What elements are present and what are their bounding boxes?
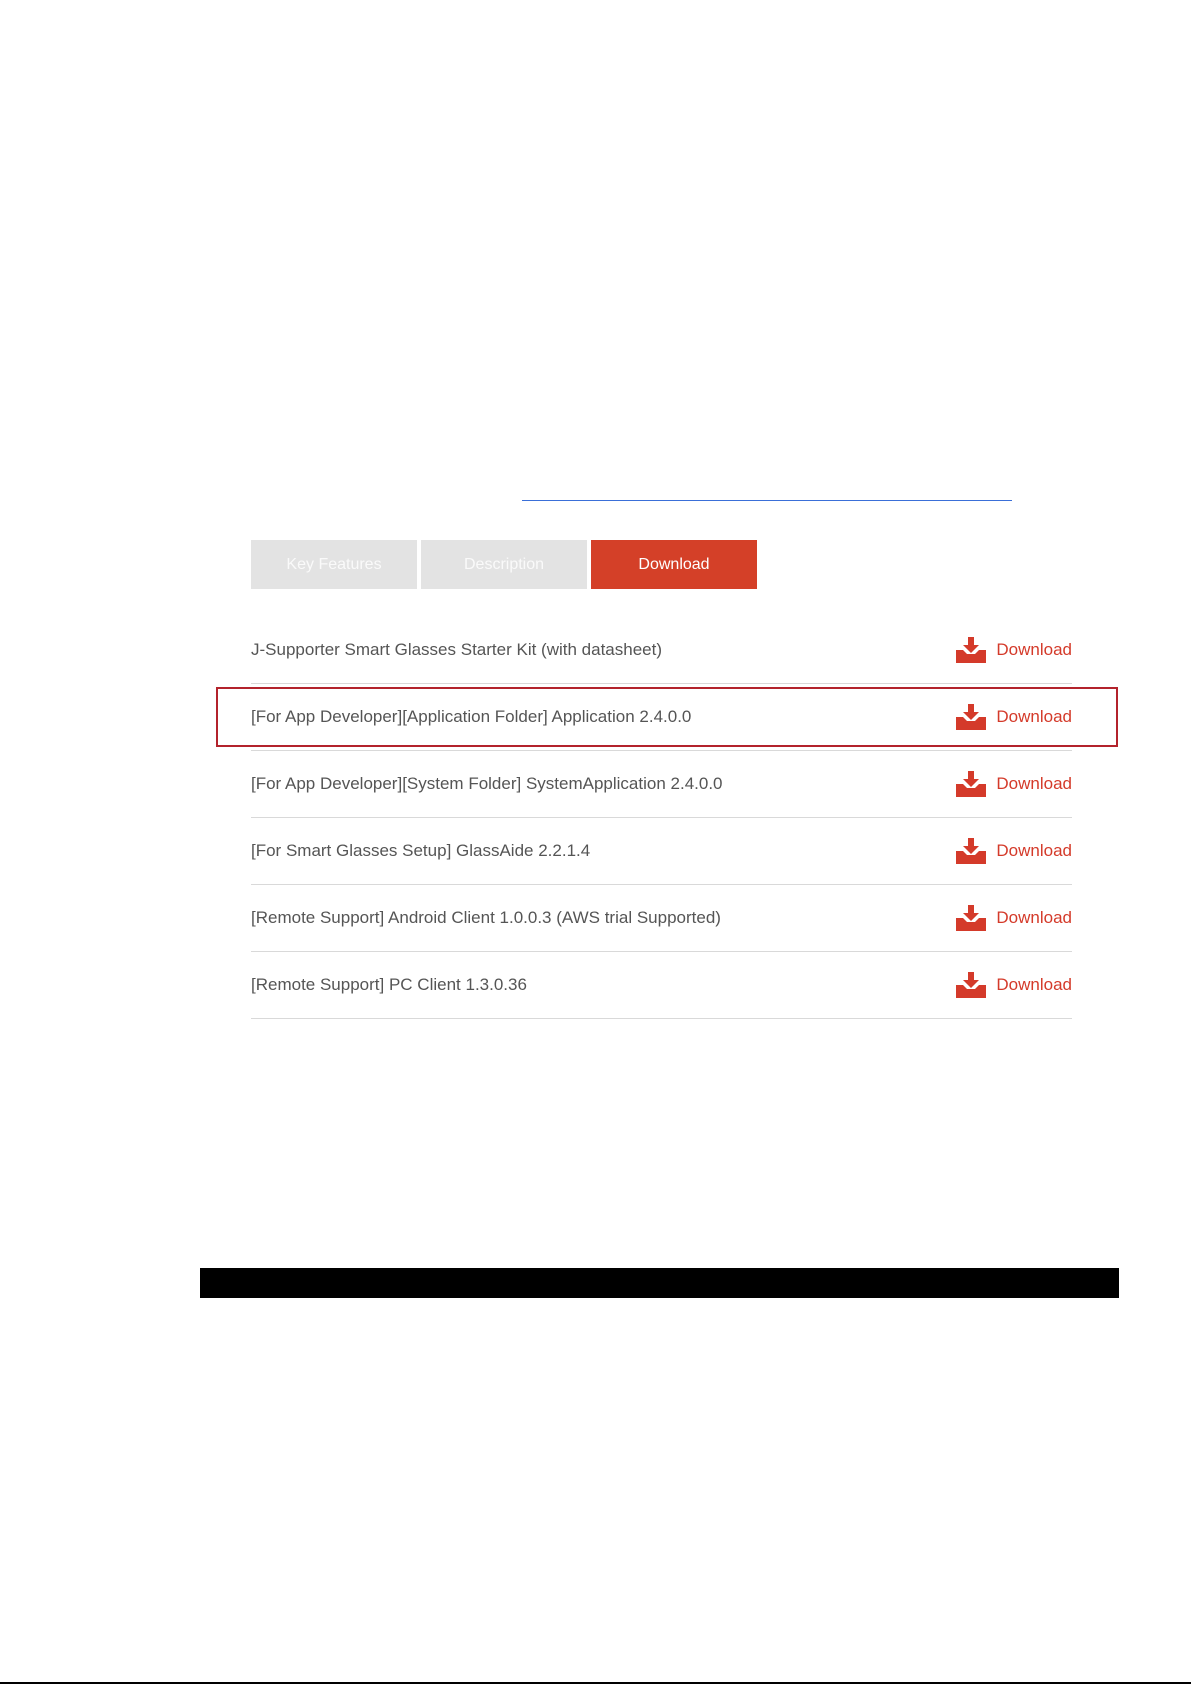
download-tray-icon xyxy=(956,905,987,931)
download-row-glassaide: [For Smart Glasses Setup] GlassAide 2.2.… xyxy=(251,818,1072,885)
black-bar xyxy=(200,1268,1119,1298)
tab-key-features[interactable]: Key Features xyxy=(251,540,417,589)
download-item-label: J-Supporter Smart Glasses Starter Kit (w… xyxy=(251,640,662,659)
download-row-starter-kit: J-Supporter Smart Glasses Starter Kit (w… xyxy=(251,617,1072,684)
download-link[interactable]: Download xyxy=(955,971,1072,999)
download-item-label: [For Smart Glasses Setup] GlassAide 2.2.… xyxy=(251,841,591,860)
download-tray-icon xyxy=(956,771,987,797)
download-item-label: [For App Developer][System Folder] Syste… xyxy=(251,774,723,793)
download-tray-icon xyxy=(956,972,987,998)
download-link-label: Download xyxy=(996,640,1072,659)
download-row-system-application: [For App Developer][System Folder] Syste… xyxy=(251,751,1072,818)
download-link[interactable]: Download xyxy=(955,904,1072,932)
download-link-label: Download xyxy=(996,975,1072,994)
download-link[interactable]: Download xyxy=(955,837,1072,865)
download-link-label: Download xyxy=(996,841,1072,860)
download-row-pc-client: [Remote Support] PC Client 1.3.0.36 Down… xyxy=(251,952,1072,1019)
download-item-label: [Remote Support] PC Client 1.3.0.36 xyxy=(251,975,527,994)
download-link-label: Download xyxy=(996,908,1072,927)
download-link-label: Download xyxy=(996,774,1072,793)
tab-bar: Key Features Description Download xyxy=(251,540,757,589)
download-link[interactable]: Download xyxy=(955,770,1072,798)
download-link[interactable]: Download xyxy=(955,636,1072,664)
download-list: J-Supporter Smart Glasses Starter Kit (w… xyxy=(251,617,1072,1019)
download-item-label: [Remote Support] Android Client 1.0.0.3 … xyxy=(251,908,721,927)
tab-download[interactable]: Download xyxy=(591,540,757,589)
highlight-box xyxy=(216,687,1118,747)
link-underline[interactable] xyxy=(522,500,1012,501)
download-row-android-client: [Remote Support] Android Client 1.0.0.3 … xyxy=(251,885,1072,952)
download-tray-icon xyxy=(956,838,987,864)
tab-description[interactable]: Description xyxy=(421,540,587,589)
download-tray-icon xyxy=(956,637,987,663)
bottom-divider xyxy=(0,1682,1191,1684)
